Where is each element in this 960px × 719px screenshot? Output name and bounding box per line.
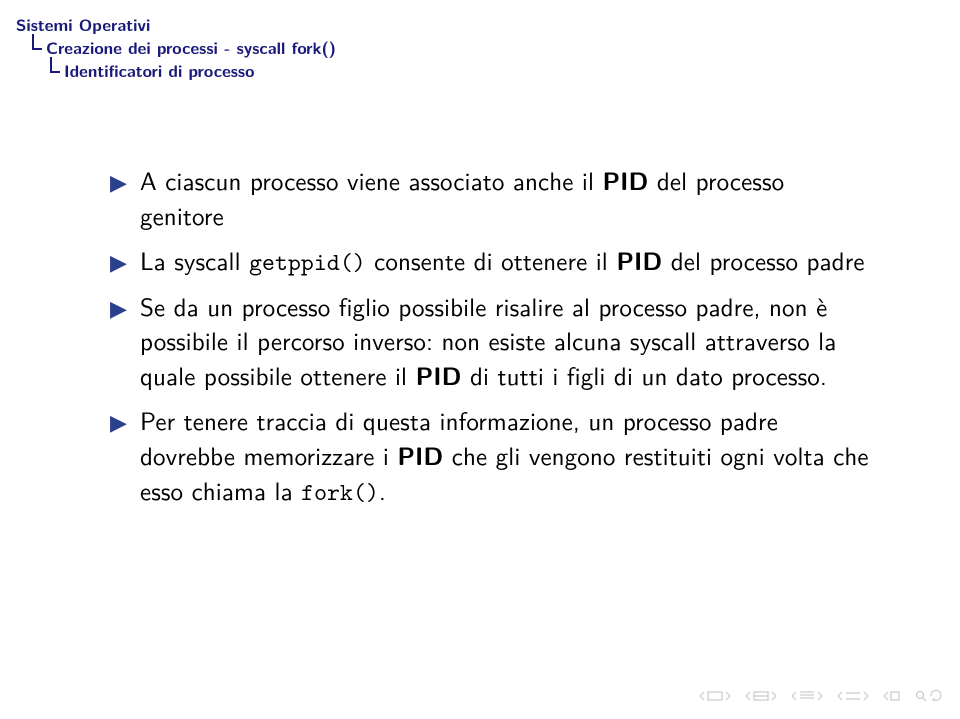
nav-frame-prev-next[interactable] [744,689,778,703]
list-item: ▶ A ciascun processo viene associato anc… [110,163,876,233]
text-span: di tutti i figli di un dato processo. [462,356,827,393]
bold-span: PID [397,438,443,473]
bold-span: PID [602,163,648,198]
bullet-text: Per tenere traccia di questa informazion… [140,401,869,508]
nav-slide-prev-next[interactable] [698,689,732,703]
bullet-text: A ciascun processo viene associato anche… [140,161,784,234]
bullet-text: La syscall getppid() consente di ottener… [140,241,865,278]
text-span: consente di ottenere il [366,241,617,278]
breadcrumb-text-2: Creazione dei processi - syscall fork() [46,36,336,60]
breadcrumb-level-2: Creazione dei processi - syscall fork() [0,37,960,60]
text-span: La syscall [140,241,249,278]
nav-appendix-back[interactable] [882,689,902,703]
triangle-bullet-icon: ▶ [110,410,127,432]
text-span: A ciascun processo viene associato anche… [140,161,602,198]
text-span: del processo padre [662,241,864,278]
tree-connector-icon [30,40,44,54]
slide: Sistemi Operativi Creazione dei processi… [0,0,960,719]
breadcrumb-text-3: Identificatori di processo [64,59,254,83]
text-span: . [379,471,386,508]
code-span: getppid() [249,245,366,278]
breadcrumb-level-3: Identificatori di processo [0,60,960,83]
list-item: ▶ Se da un processo figlio possibile ris… [110,289,876,394]
nav-section-prev-next[interactable] [790,689,824,703]
list-item: ▶ La syscall getppid() consente di otten… [110,243,876,279]
nav-search-goto[interactable] [914,689,944,703]
triangle-bullet-icon: ▶ [110,296,127,318]
tree-connector-icon [48,63,62,77]
breadcrumb-level-1: Sistemi Operativi [0,14,960,37]
slide-body: ▶ A ciascun processo viene associato anc… [0,83,960,509]
nav-subsection-prev-next[interactable] [836,689,870,703]
breadcrumb-text-1: Sistemi Operativi [16,13,150,37]
triangle-bullet-icon: ▶ [110,250,127,272]
bold-span: PID [416,358,462,393]
triangle-bullet-icon: ▶ [110,170,127,192]
bullet-list: ▶ A ciascun processo viene associato anc… [110,163,876,509]
bullet-text: Se da un processo figlio possibile risal… [140,287,836,393]
beamer-nav-bar [698,689,944,703]
code-span: fork() [301,475,379,508]
list-item: ▶ Per tenere traccia di questa informazi… [110,403,876,509]
bold-span: PID [616,243,662,278]
